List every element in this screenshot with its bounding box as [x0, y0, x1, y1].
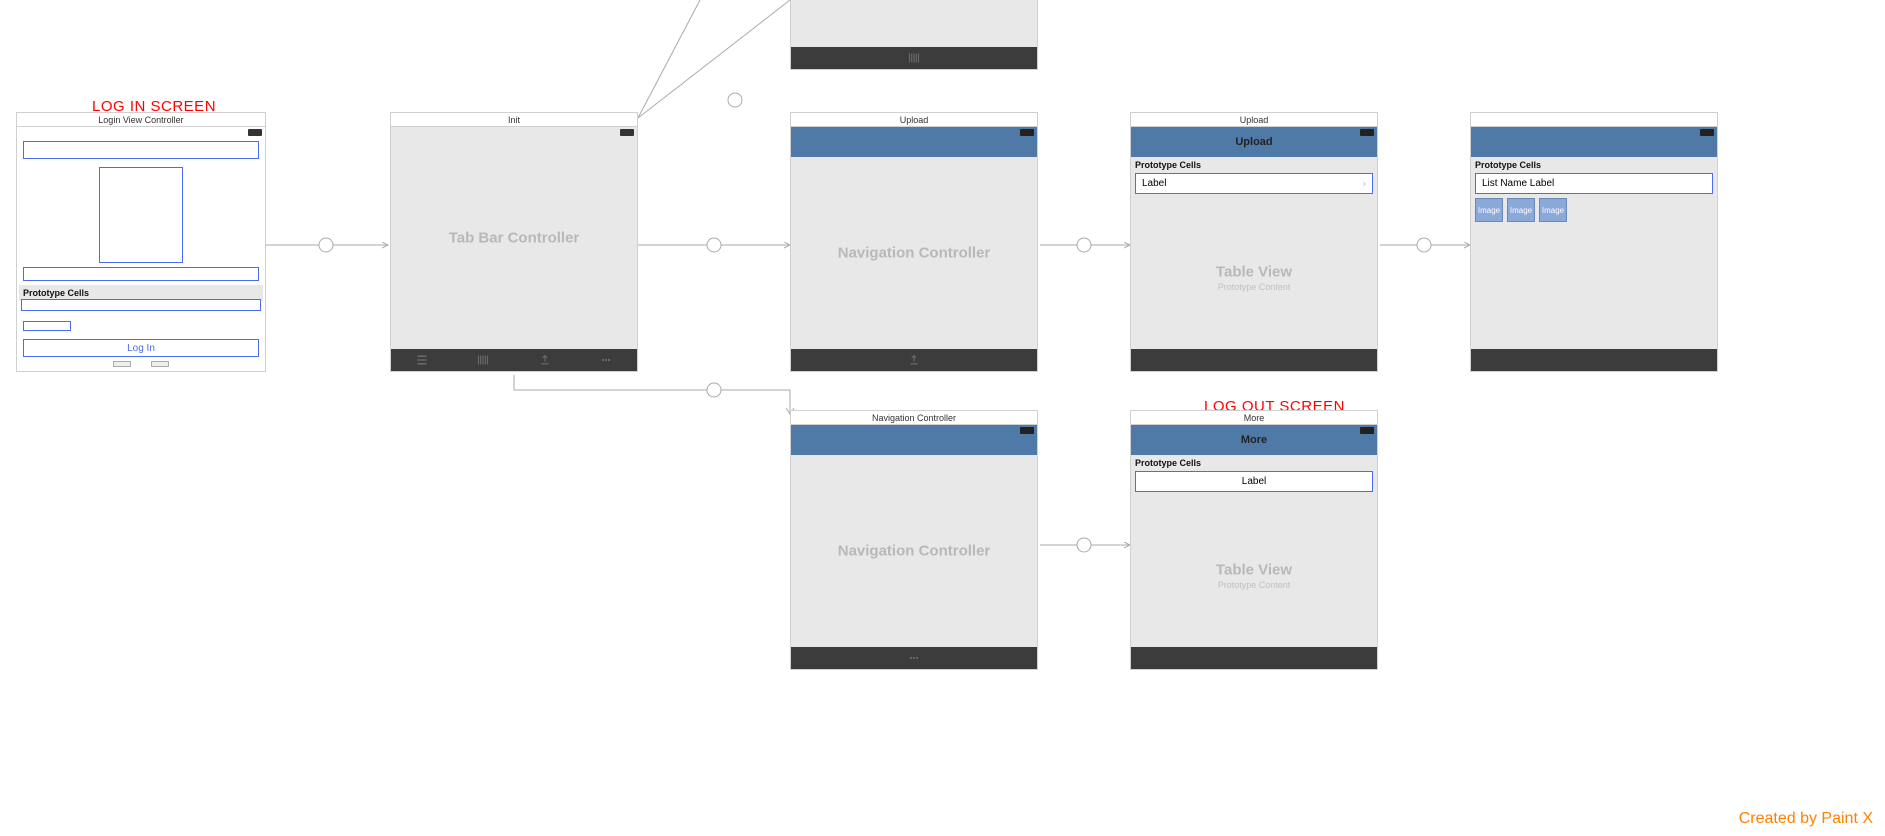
scene-scanner-partial[interactable]: [790, 0, 1038, 70]
tableview-sub: Prototype Content: [1131, 580, 1377, 590]
login-small-field[interactable]: [23, 321, 71, 331]
scene-upload-table[interactable]: Upload Upload Prototype Cells Label › Ta…: [1130, 112, 1378, 372]
upload-icon: [908, 354, 920, 366]
prototype-cells-header: Prototype Cells: [1471, 157, 1717, 173]
battery-icon: [1700, 129, 1714, 136]
battery-icon: [1360, 129, 1374, 136]
tab-bar-scanner[interactable]: [791, 47, 1037, 69]
tab-bar-more[interactable]: [791, 647, 1037, 669]
nav-more-label: Navigation Controller: [791, 543, 1037, 560]
scene-body-scanner: [791, 0, 1037, 47]
battery-icon: [1360, 427, 1374, 434]
barcode-icon[interactable]: [477, 354, 489, 366]
tableview-sub: Prototype Content: [1131, 282, 1377, 292]
tab-bar-upload[interactable]: [791, 349, 1037, 371]
scene-title-detail: [1471, 113, 1717, 127]
scene-body-nav-more: Navigation Controller: [791, 455, 1037, 647]
watermark: Created by Paint X: [1739, 810, 1873, 828]
nav-title-more: More: [1131, 425, 1377, 455]
chevron-right-icon: ›: [1363, 178, 1366, 189]
tab-bar[interactable]: [391, 349, 637, 371]
battery-icon: [620, 129, 634, 136]
login-button[interactable]: Log In: [23, 339, 259, 357]
tab-bar-more-table: [1131, 647, 1377, 669]
cell-label: Label: [1142, 178, 1166, 189]
prototype-cells-header: Prototype Cells: [1131, 157, 1377, 173]
scene-title-nav-upload: Upload: [791, 113, 1037, 127]
navbar-more: [791, 425, 1037, 455]
scene-body-tabbar: Tab Bar Controller: [391, 127, 637, 349]
table-row[interactable]: Label ›: [1135, 173, 1373, 194]
image-chip[interactable]: Image: [1507, 198, 1535, 222]
battery-icon: [1020, 427, 1034, 434]
cell-label: List Name Label: [1482, 178, 1554, 189]
scene-title-nav-more: Navigation Controller: [791, 411, 1037, 425]
navbar-more-table: More: [1131, 425, 1377, 455]
more-icon: [908, 652, 920, 664]
pager-dot: [151, 361, 169, 367]
image-chip[interactable]: Image: [1539, 198, 1567, 222]
list-icon[interactable]: [416, 354, 428, 366]
scene-title-more-table: More: [1131, 411, 1377, 425]
login-textfield-top[interactable]: [23, 141, 259, 159]
pager-dot: [113, 361, 131, 367]
scene-more-table[interactable]: More More Prototype Cells Label Table Vi…: [1130, 410, 1378, 670]
scene-title-login: Login View Controller: [17, 113, 265, 127]
navbar-upload-table: Upload: [1131, 127, 1377, 157]
scene-body-nav-upload: Navigation Controller: [791, 157, 1037, 349]
scene-nav-upload[interactable]: Upload Navigation Controller: [790, 112, 1038, 372]
navbar-detail: [1471, 127, 1717, 157]
nav-upload-label: Navigation Controller: [791, 245, 1037, 262]
more-icon[interactable]: [600, 354, 612, 366]
navbar-upload: [791, 127, 1037, 157]
prototype-cells-header: Prototype Cells: [1131, 455, 1377, 471]
login-textfield-2[interactable]: [23, 267, 259, 281]
table-row[interactable]: List Name Label: [1475, 173, 1713, 194]
nav-title-upload: Upload: [1131, 127, 1377, 157]
tableview-label: Table View: [1131, 263, 1377, 280]
scene-body-login: Prototype Cells Log In: [17, 127, 265, 371]
login-proto-cell[interactable]: [21, 299, 261, 311]
tab-bar-upload-table: [1131, 349, 1377, 371]
scene-title-tabbar: Init: [391, 113, 637, 127]
image-chip[interactable]: Image: [1475, 198, 1503, 222]
barcode-icon: [908, 52, 920, 64]
battery-icon: [248, 129, 262, 136]
scene-detail-partial[interactable]: Prototype Cells List Name Label Image Im…: [1470, 112, 1718, 372]
scene-body-detail: [1471, 226, 1717, 349]
scene-body-more-table: Table View Prototype Content: [1131, 492, 1377, 647]
image-chips-row: Image Image Image: [1471, 194, 1717, 226]
scene-body-upload-table: Table View Prototype Content: [1131, 194, 1377, 349]
tabbar-label: Tab Bar Controller: [391, 230, 637, 247]
cell-label: Label: [1242, 476, 1266, 487]
scene-nav-more[interactable]: Navigation Controller Navigation Control…: [790, 410, 1038, 670]
battery-icon: [1020, 129, 1034, 136]
login-imageview: [99, 167, 183, 263]
pager-dots: [17, 361, 265, 367]
scene-login[interactable]: Login View Controller Prototype Cells Lo…: [16, 112, 266, 372]
upload-icon[interactable]: [539, 354, 551, 366]
tab-bar-detail: [1471, 349, 1717, 371]
scene-tabbar[interactable]: Init Tab Bar Controller: [390, 112, 638, 372]
table-row[interactable]: Label: [1135, 471, 1373, 492]
tableview-label: Table View: [1131, 561, 1377, 578]
scene-title-upload-table: Upload: [1131, 113, 1377, 127]
